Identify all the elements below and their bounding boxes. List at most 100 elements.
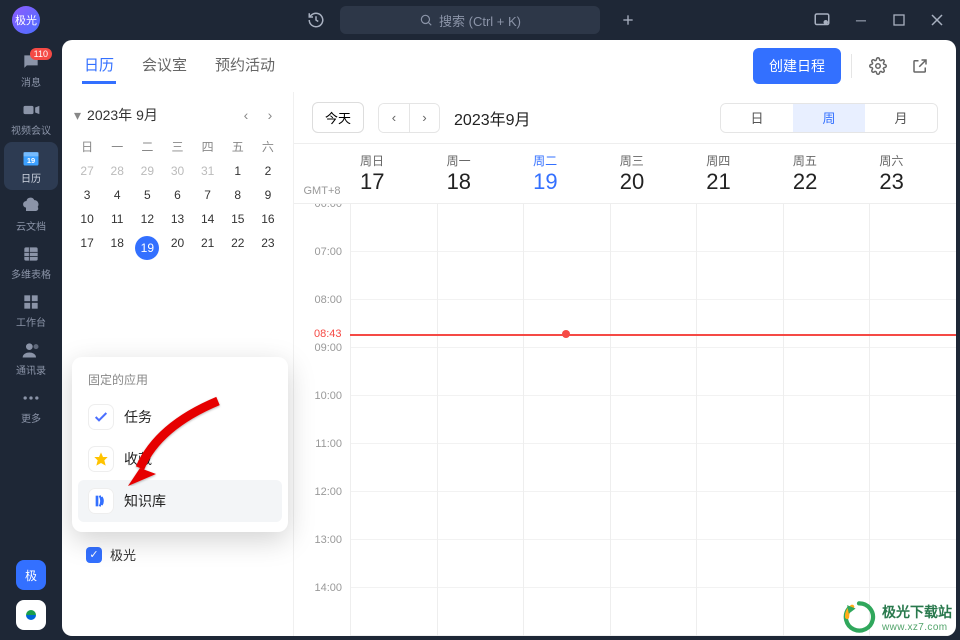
minical-prev[interactable]: ‹ — [235, 104, 257, 126]
minical-day[interactable]: 16 — [253, 207, 283, 231]
minical-day[interactable]: 12 — [132, 207, 162, 231]
checkbox-icon[interactable]: ✓ — [86, 547, 102, 563]
history-icon[interactable] — [300, 4, 332, 36]
minical-day[interactable]: 23 — [253, 231, 283, 265]
my-calendar-row[interactable]: ✓ 极光 — [76, 539, 146, 570]
minical-day[interactable]: 29 — [132, 159, 162, 183]
minical-day[interactable]: 19 — [132, 231, 162, 265]
week-day-header[interactable]: 周二19 — [523, 144, 610, 203]
minical-day[interactable]: 21 — [193, 231, 223, 265]
check-icon — [88, 404, 114, 430]
week-day-header[interactable]: 周六23 — [869, 144, 956, 203]
week-day-header[interactable]: 周三20 — [610, 144, 697, 203]
settings-icon[interactable] — [862, 50, 894, 82]
search-input[interactable]: 搜索 (Ctrl + K) — [340, 6, 600, 34]
badge: 110 — [30, 48, 52, 60]
sidebar-app-2[interactable] — [16, 600, 46, 630]
minical-day[interactable]: 4 — [102, 183, 132, 207]
week-day-header[interactable]: 周四21 — [696, 144, 783, 203]
time-column[interactable] — [437, 204, 524, 636]
minical-day[interactable]: 17 — [72, 231, 102, 265]
minical-day[interactable]: 3 — [72, 183, 102, 207]
divider — [851, 54, 852, 78]
minical-day[interactable]: 31 — [193, 159, 223, 183]
minical-day[interactable]: 8 — [223, 183, 253, 207]
minical-day[interactable]: 13 — [162, 207, 192, 231]
popup-item-收藏[interactable]: 收藏 — [78, 438, 282, 480]
view-日[interactable]: 日 — [721, 104, 793, 132]
sidebar-icon — [21, 292, 41, 312]
now-line — [350, 334, 956, 336]
minical-day[interactable]: 1 — [223, 159, 253, 183]
week-day-header[interactable]: 周五22 — [783, 144, 870, 203]
main-panel: 日历会议室预约活动 创建日程 ▾ 2023年 9月 ‹ › 日一二三四五六272 — [62, 40, 956, 636]
minical-day[interactable]: 27 — [72, 159, 102, 183]
sidebar-label: 通讯录 — [16, 362, 46, 377]
minical-day[interactable]: 11 — [102, 207, 132, 231]
time-column[interactable] — [610, 204, 697, 636]
sidebar-item-更多[interactable]: 更多 — [4, 382, 58, 430]
hour-label: 12:00 — [294, 486, 350, 534]
minical-day[interactable]: 7 — [193, 183, 223, 207]
minical-day[interactable]: 15 — [223, 207, 253, 231]
sidebar-app[interactable]: 极 — [16, 560, 46, 590]
minical-day[interactable]: 9 — [253, 183, 283, 207]
sidebar-item-通讯录[interactable]: 通讯录 — [4, 334, 58, 382]
tab-预约活动[interactable]: 预约活动 — [213, 48, 277, 84]
week-prev[interactable]: ‹ — [379, 104, 409, 132]
minical-day[interactable]: 2 — [253, 159, 283, 183]
time-column[interactable] — [523, 204, 610, 636]
collab-icon[interactable] — [806, 4, 838, 36]
sidebar-item-日历[interactable]: 19日历 — [4, 142, 58, 190]
minical-day[interactable]: 6 — [162, 183, 192, 207]
chevron-down-icon[interactable]: ▾ — [74, 107, 81, 124]
minical-day[interactable]: 22 — [223, 231, 253, 265]
minical-day[interactable]: 10 — [72, 207, 102, 231]
minical-day[interactable]: 30 — [162, 159, 192, 183]
mini-calendar: ▾ 2023年 9月 ‹ › 日一二三四五六272829303112345678… — [62, 92, 294, 636]
minical-day[interactable]: 20 — [162, 231, 192, 265]
minical-day[interactable]: 18 — [102, 231, 132, 265]
minimize-button[interactable]: ─ — [846, 5, 876, 35]
minical-dow: 五 — [223, 134, 253, 159]
hour-label: 06:00 — [294, 204, 350, 246]
week-day-header[interactable]: 周日17 — [350, 144, 437, 203]
tab-会议室[interactable]: 会议室 — [140, 48, 189, 84]
sidebar-icon — [21, 196, 41, 216]
view-月[interactable]: 月 — [865, 104, 937, 132]
timezone-label: GMT+8 — [294, 144, 350, 203]
add-tab-icon[interactable] — [612, 4, 644, 36]
minical-day[interactable]: 28 — [102, 159, 132, 183]
watermark: 极光下载站 www.xz7.com — [842, 600, 952, 634]
minical-next[interactable]: › — [259, 104, 281, 126]
time-column[interactable] — [696, 204, 783, 636]
time-column[interactable] — [350, 204, 437, 636]
popup-item-任务[interactable]: 任务 — [78, 396, 282, 438]
sidebar-item-云文档[interactable]: 云文档 — [4, 190, 58, 238]
sidebar-label: 更多 — [21, 410, 41, 425]
sidebar-icon — [21, 244, 41, 264]
minical-day[interactable]: 5 — [132, 183, 162, 207]
popup-item-知识库[interactable]: 知识库 — [78, 480, 282, 522]
minical-dow: 六 — [253, 134, 283, 159]
today-button[interactable]: 今天 — [312, 102, 364, 133]
sidebar-icon — [21, 388, 41, 408]
time-column[interactable] — [783, 204, 870, 636]
week-day-header[interactable]: 周一18 — [437, 144, 524, 203]
time-column[interactable] — [869, 204, 956, 636]
tab-日历[interactable]: 日历 — [82, 48, 116, 84]
sidebar-item-多维表格[interactable]: 多维表格 — [4, 238, 58, 286]
popout-icon[interactable] — [904, 50, 936, 82]
view-周[interactable]: 周 — [793, 104, 865, 132]
close-button[interactable] — [922, 5, 952, 35]
week-next[interactable]: › — [409, 104, 439, 132]
maximize-button[interactable] — [884, 5, 914, 35]
minical-day[interactable]: 14 — [193, 207, 223, 231]
sidebar-item-工作台[interactable]: 工作台 — [4, 286, 58, 334]
sidebar-item-消息[interactable]: 消息110 — [4, 46, 58, 94]
avatar[interactable]: 极光 — [12, 6, 40, 34]
sidebar-item-视频会议[interactable]: 视频会议 — [4, 94, 58, 142]
create-event-button[interactable]: 创建日程 — [753, 48, 841, 84]
search-placeholder: 搜索 (Ctrl + K) — [439, 11, 521, 30]
watermark-logo-icon — [842, 600, 876, 634]
